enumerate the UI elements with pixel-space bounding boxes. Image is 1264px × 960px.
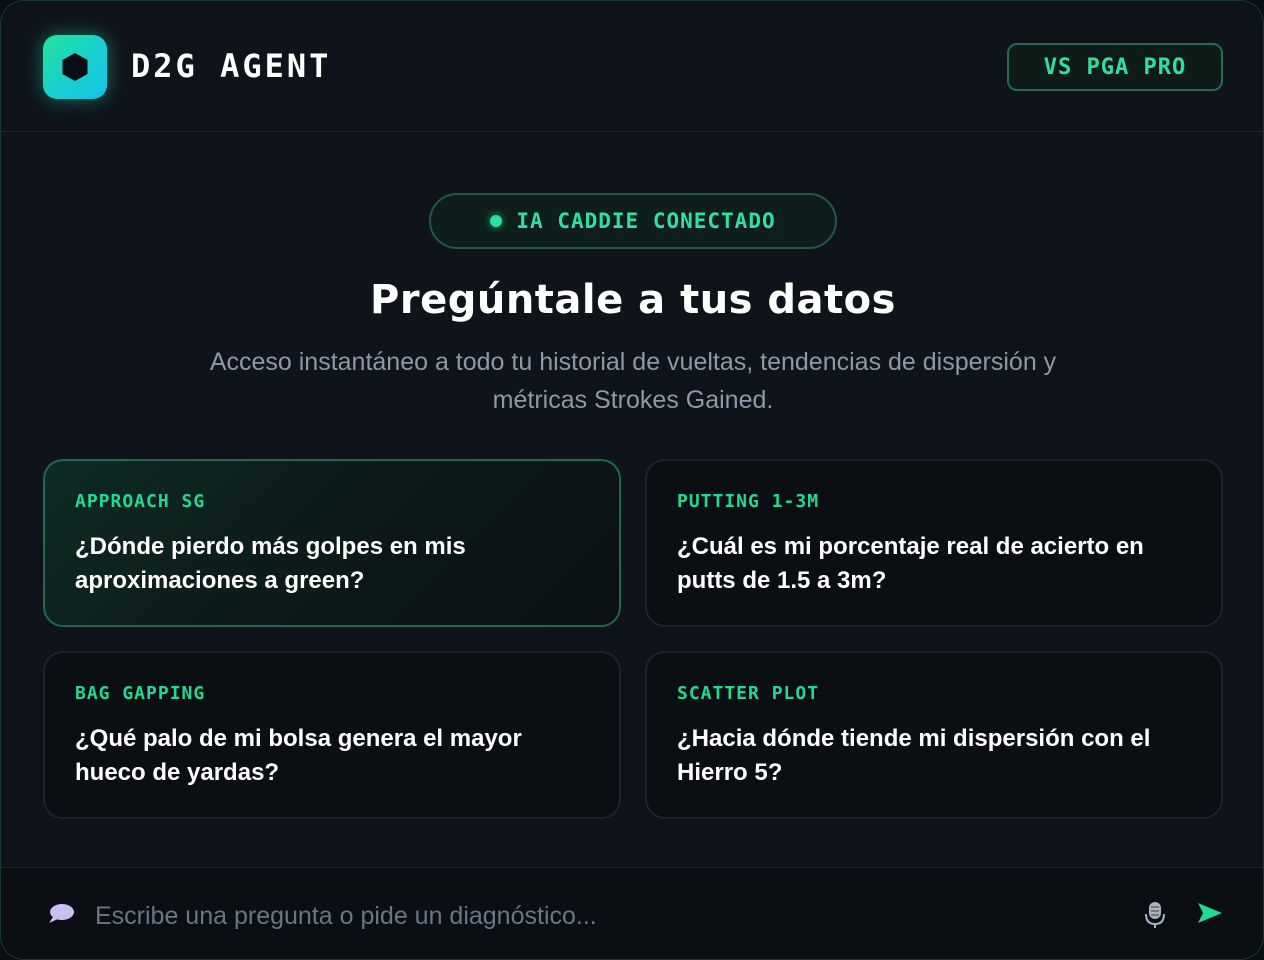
- chat-input[interactable]: [95, 896, 1115, 936]
- card-question: ¿Dónde pierdo más golpes en mis aproxima…: [75, 533, 466, 594]
- logo: [43, 35, 107, 99]
- card-question: ¿Cuál es mi porcentaje real de acierto e…: [677, 533, 1144, 594]
- card-tag: PUTTING 1-3M: [677, 491, 820, 512]
- card-tag: SCATTER PLOT: [677, 683, 820, 704]
- app-window: D2G AGENT VS PGA PRO IA CADDIE CONECTADO…: [0, 0, 1264, 960]
- brand-name: D2G AGENT: [131, 47, 332, 85]
- card-tag: BAG GAPPING: [75, 683, 206, 704]
- card-question: ¿Hacia dónde tiende mi dispersión con el…: [677, 725, 1151, 786]
- chat-bubble-icon: [49, 904, 74, 923]
- header: D2G AGENT VS PGA PRO: [1, 1, 1263, 132]
- status-label: IA CADDIE CONECTADO: [516, 209, 776, 233]
- suggestion-card-bag-gapping[interactable]: BAG GAPPING ¿Qué palo de mi bolsa genera…: [43, 651, 621, 819]
- compare-pga-pro-button[interactable]: VS PGA PRO: [1007, 43, 1223, 91]
- card-tag: APPROACH SG: [75, 491, 206, 512]
- status-dot-icon: [490, 215, 503, 227]
- hexagon-icon: [62, 53, 88, 81]
- page-subtitle: Acceso instantáneo a todo tu historial d…: [209, 348, 1057, 414]
- composer-bar: [1, 867, 1263, 959]
- suggestion-card-approach[interactable]: APPROACH SG ¿Dónde pierdo más golpes en …: [43, 459, 621, 627]
- page-title: Pregúntale a tus datos: [370, 277, 896, 323]
- card-question: ¿Qué palo de mi bolsa genera el mayor hu…: [75, 725, 522, 786]
- microphone-icon[interactable]: [1143, 900, 1167, 930]
- send-icon[interactable]: [1197, 902, 1223, 924]
- suggestion-card-scatter[interactable]: SCATTER PLOT ¿Hacia dónde tiende mi disp…: [645, 651, 1223, 819]
- connection-status-badge: IA CADDIE CONECTADO: [429, 193, 837, 249]
- suggestion-card-putting[interactable]: PUTTING 1-3M ¿Cuál es mi porcentaje real…: [645, 459, 1223, 627]
